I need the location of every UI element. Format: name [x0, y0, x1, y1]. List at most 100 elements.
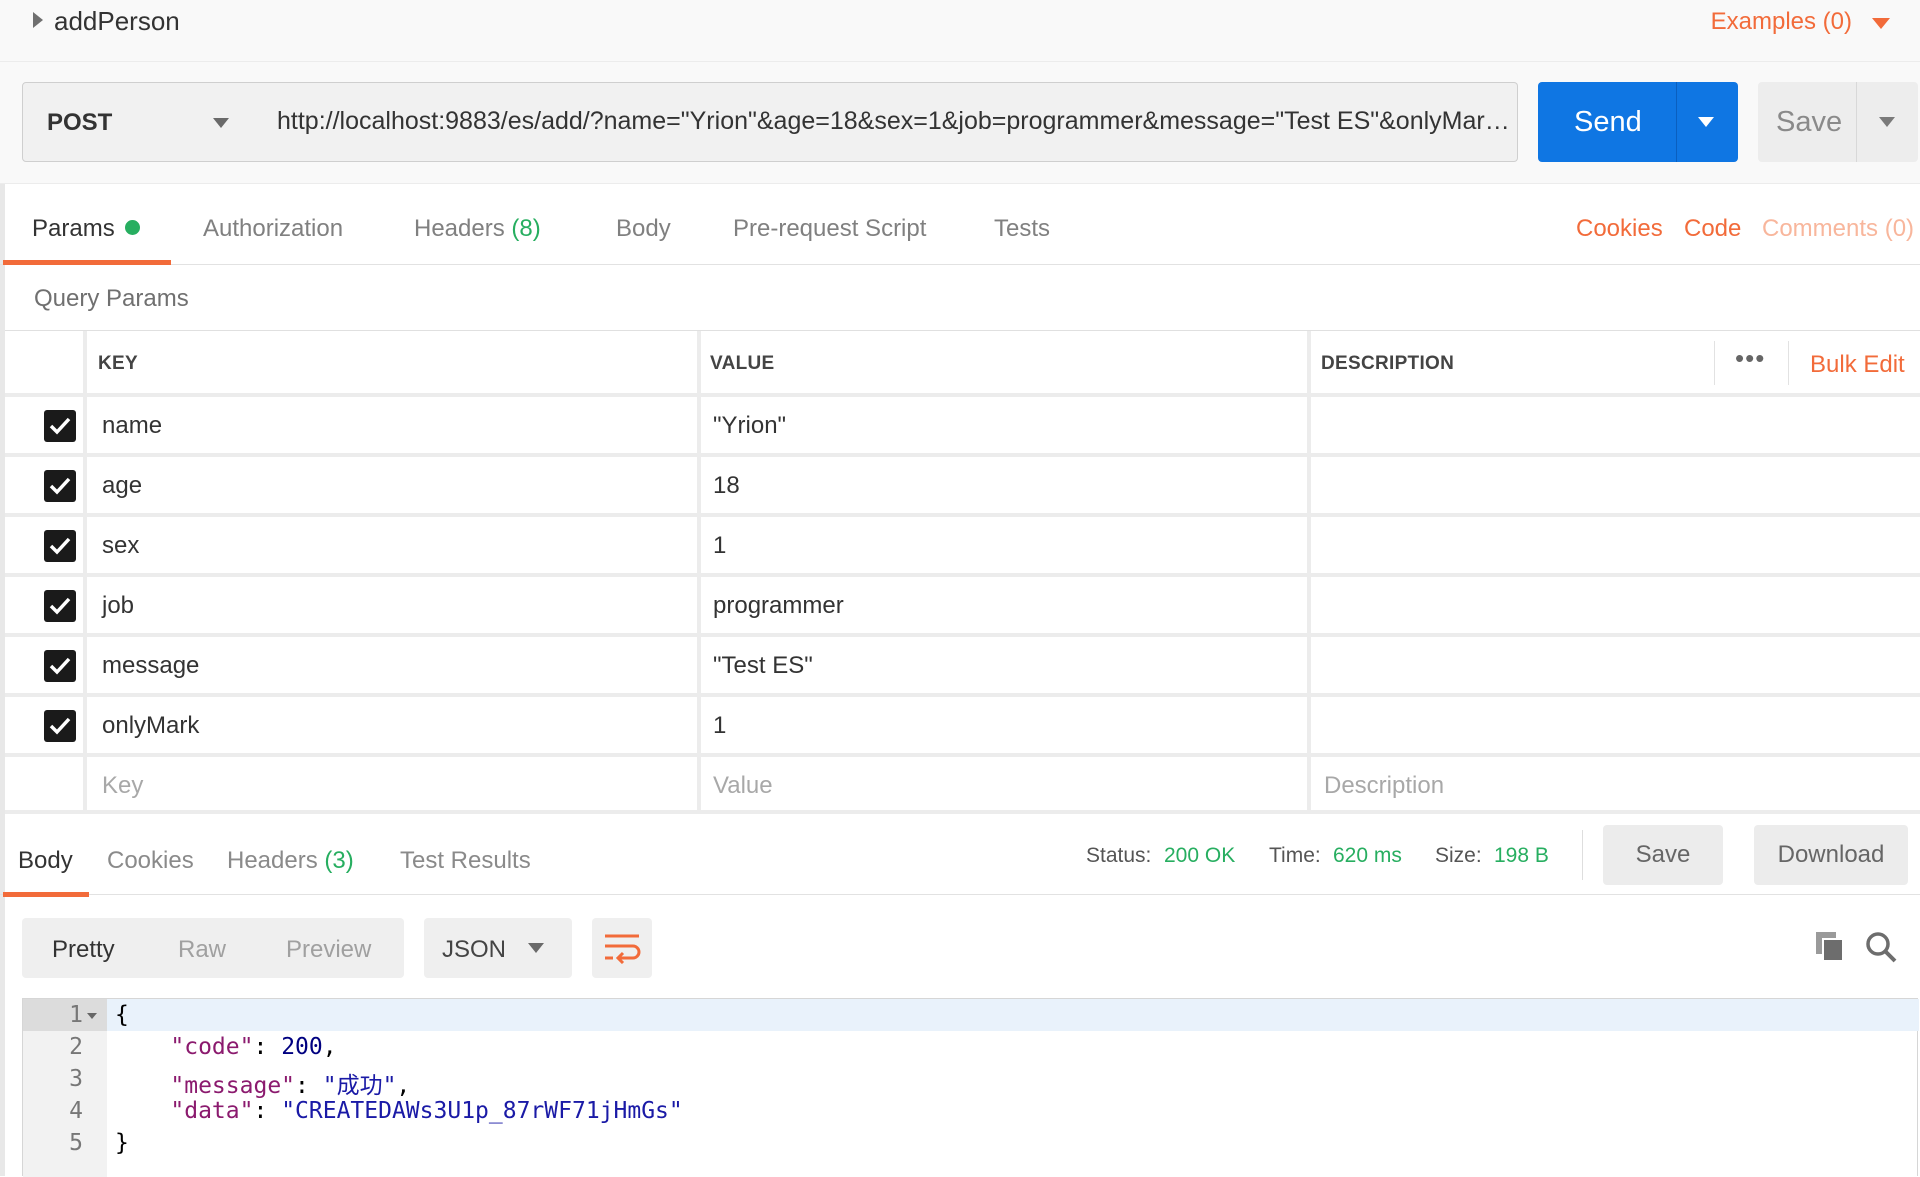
line-number: 4	[69, 1098, 83, 1124]
active-line-highlight	[107, 999, 1919, 1031]
tab-params[interactable]: Params	[32, 215, 140, 243]
send-divider	[1676, 82, 1677, 162]
param-key[interactable]: job	[102, 592, 134, 620]
tab-tests[interactable]: Tests	[994, 215, 1050, 243]
copy-icon[interactable]	[1814, 930, 1846, 964]
param-value[interactable]: 1	[713, 712, 726, 740]
time-value[interactable]: 620 ms	[1333, 844, 1402, 868]
send-options-caret-icon[interactable]	[1698, 117, 1714, 127]
code-line: "code": 200,	[170, 1034, 337, 1060]
download-button[interactable]: Download	[1754, 825, 1908, 885]
code-line: }	[115, 1130, 129, 1156]
row-checkbox[interactable]	[44, 470, 76, 502]
response-tab-headers[interactable]: Headers (3)	[227, 847, 354, 875]
row-divider	[5, 810, 1920, 814]
status-value[interactable]: 200 OK	[1164, 844, 1235, 868]
save-divider	[1856, 82, 1857, 162]
row-checkbox[interactable]	[44, 410, 76, 442]
param-key[interactable]: age	[102, 472, 142, 500]
tab-prerequest-script[interactable]: Pre-request Script	[733, 215, 926, 243]
response-tab-test-results[interactable]: Test Results	[400, 847, 531, 875]
row-divider	[5, 453, 1920, 457]
save-response-button[interactable]: Save	[1603, 825, 1723, 885]
tab-authorization[interactable]: Authorization	[203, 215, 343, 243]
param-value[interactable]: 1	[713, 532, 726, 560]
query-params-title: Query Params	[34, 285, 189, 312]
send-label: Send	[1574, 106, 1642, 138]
save-options-caret-icon[interactable]	[1879, 117, 1895, 127]
line-number: 3	[69, 1066, 83, 1092]
wrap-lines-button[interactable]	[592, 918, 652, 978]
row-divider	[5, 633, 1920, 637]
cookies-link[interactable]: Cookies	[1576, 215, 1663, 243]
request-tabs: Params Authorization Headers (8) Body Pr…	[0, 185, 1920, 265]
ellipsis-icon[interactable]: •••	[1735, 343, 1765, 374]
view-pretty-tab[interactable]: Pretty	[52, 936, 115, 964]
row-divider	[5, 753, 1920, 757]
row-checkbox[interactable]	[44, 710, 76, 742]
format-label: JSON	[442, 936, 507, 963]
new-value-input[interactable]: Value	[713, 772, 773, 800]
tab-headers[interactable]: Headers (8)	[414, 215, 541, 243]
param-value[interactable]: 18	[713, 472, 740, 500]
view-preview-tab[interactable]: Preview	[286, 936, 371, 964]
param-key[interactable]: message	[102, 652, 199, 680]
param-key[interactable]: sex	[102, 532, 139, 560]
row-divider	[5, 573, 1920, 577]
bulk-edit-link[interactable]: Bulk Edit	[1810, 351, 1905, 379]
method-caret-icon	[213, 118, 229, 128]
params-table: KEY VALUE DESCRIPTION ••• Bulk Edit name…	[5, 330, 1920, 814]
response-tab-body[interactable]: Body	[18, 847, 73, 875]
param-key[interactable]: onlyMark	[102, 712, 199, 740]
column-header-key: KEY	[98, 353, 138, 374]
column-header-value: VALUE	[710, 353, 775, 374]
response-bar: Body Cookies Headers (3) Test Results St…	[0, 815, 1920, 897]
code-line: "message": "成功",	[170, 1073, 411, 1099]
tab-body[interactable]: Body	[616, 215, 671, 243]
row-divider	[5, 393, 1920, 397]
line-number: 2	[69, 1034, 83, 1060]
search-icon[interactable]	[1864, 930, 1898, 964]
fold-caret-icon[interactable]	[87, 1013, 97, 1019]
row-divider	[5, 513, 1920, 517]
size-value[interactable]: 198 B	[1494, 844, 1549, 868]
param-value[interactable]: programmer	[713, 592, 844, 620]
header-divider	[1788, 341, 1789, 385]
examples-caret-icon[interactable]	[1872, 18, 1890, 29]
format-select[interactable]: JSON	[424, 918, 572, 978]
comments-link[interactable]: Comments (0)	[1762, 215, 1914, 243]
header-divider	[1714, 341, 1715, 385]
save-label: Save	[1776, 106, 1843, 138]
method-select[interactable]: POST	[22, 82, 256, 162]
view-raw-tab[interactable]: Raw	[178, 936, 226, 964]
wrap-lines-icon	[605, 934, 641, 964]
size-label: Size:	[1435, 844, 1482, 867]
examples-dropdown[interactable]: Examples (0)	[1711, 8, 1852, 36]
param-value[interactable]: "Yrion"	[713, 412, 786, 440]
method-label: POST	[47, 109, 113, 136]
active-tab-indicator	[3, 260, 171, 265]
view-mode-group: Pretty Raw Preview	[22, 918, 404, 978]
response-body-editor[interactable]: 1 2 3 4 5 { "code": 200, "message": "成功"…	[22, 998, 1919, 1177]
url-input[interactable]: http://localhost:9883/es/add/?name="Yrio…	[255, 82, 1518, 162]
response-tab-cookies[interactable]: Cookies	[107, 847, 194, 875]
row-checkbox[interactable]	[44, 530, 76, 562]
row-checkbox[interactable]	[44, 650, 76, 682]
request-name[interactable]: addPerson	[54, 6, 180, 37]
save-request-button[interactable]: Save	[1758, 82, 1918, 162]
line-number: 1	[69, 1002, 83, 1028]
collapse-caret-icon[interactable]	[33, 12, 43, 28]
send-button[interactable]: Send	[1538, 82, 1738, 162]
param-value[interactable]: "Test ES"	[713, 652, 813, 680]
new-description-input[interactable]: Description	[1324, 772, 1444, 800]
params-active-dot	[124, 220, 140, 236]
new-key-input[interactable]: Key	[102, 772, 143, 800]
row-divider	[5, 693, 1920, 697]
param-key[interactable]: name	[102, 412, 162, 440]
format-caret-icon	[528, 943, 544, 953]
column-header-description: DESCRIPTION	[1321, 353, 1455, 374]
status-label: Status:	[1086, 844, 1152, 867]
row-checkbox[interactable]	[44, 590, 76, 622]
request-header-bar: addPerson Examples (0)	[0, 0, 1920, 62]
code-link[interactable]: Code	[1684, 215, 1741, 243]
